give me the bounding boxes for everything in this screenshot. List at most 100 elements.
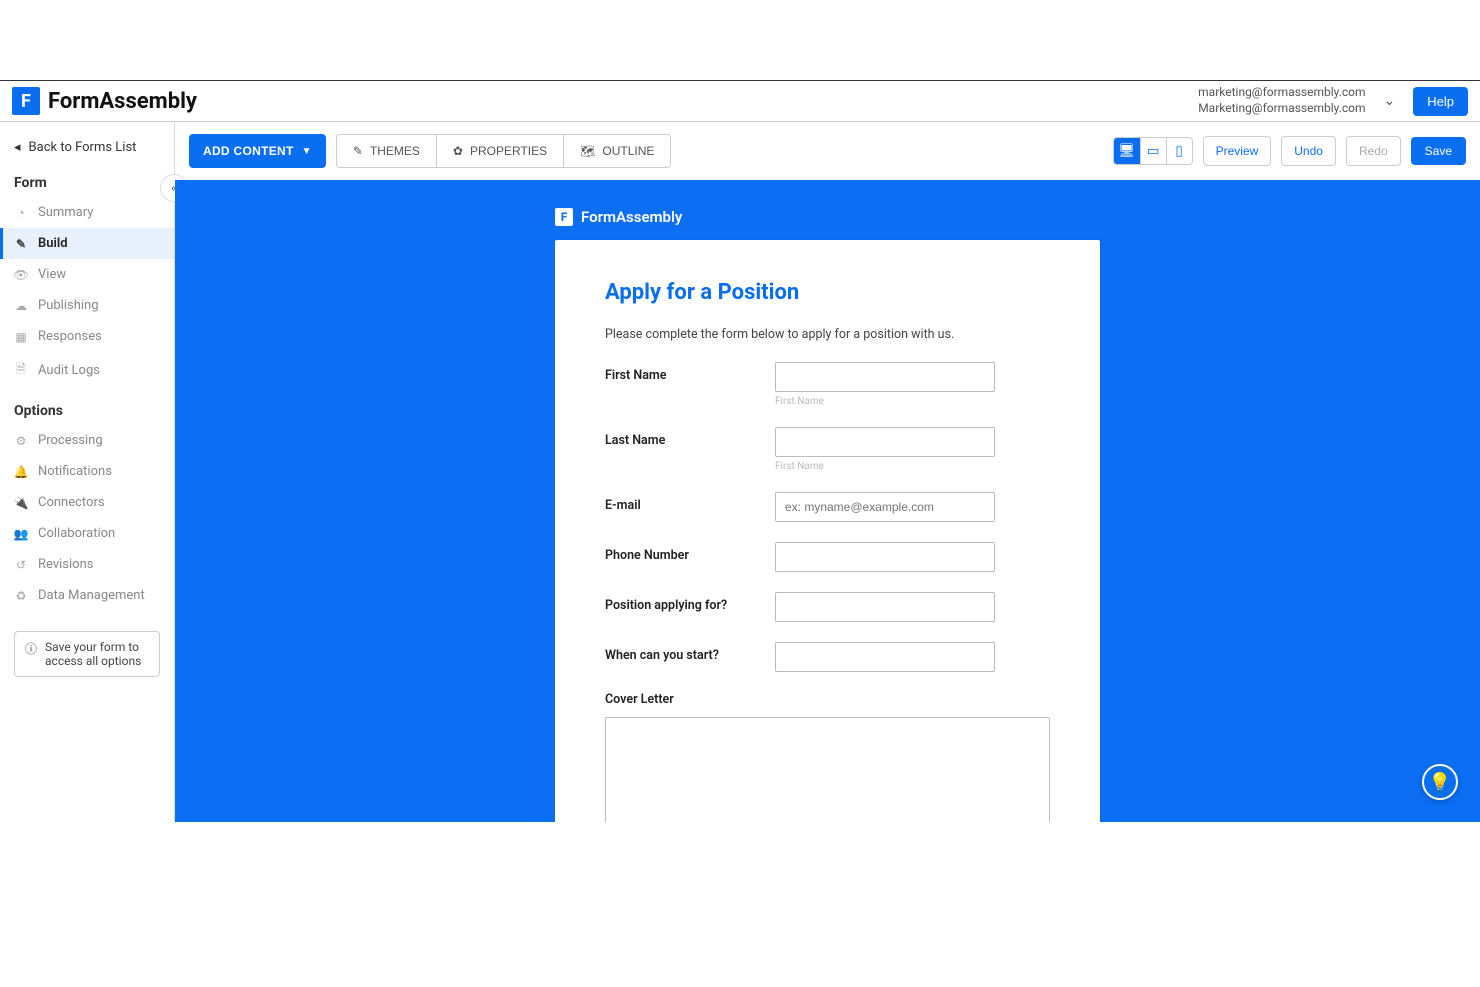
people-icon: 👥 <box>14 527 28 541</box>
form-intro: Please complete the form below to apply … <box>605 327 1050 342</box>
form-canvas: F FormAssembly Apply for a Position Plea… <box>175 180 1480 822</box>
sidebar-item-label: Notifications <box>38 464 112 479</box>
sidebar-item-label: Summary <box>38 205 93 220</box>
themes-button[interactable]: ✎ THEMES <box>337 135 436 167</box>
sidebar-item-publishing[interactable]: ☁ Publishing <box>0 290 174 321</box>
hint-bulb-button[interactable]: 💡 <box>1422 764 1458 800</box>
sidebar-item-label: Data Management <box>38 588 145 603</box>
file-icon: 🗎 <box>14 360 28 381</box>
position-label: Position applying for? <box>605 592 775 613</box>
save-button[interactable]: Save <box>1411 137 1466 165</box>
brand-name: FormAssembly <box>48 89 197 114</box>
preview-button[interactable]: Preview <box>1203 136 1272 166</box>
bell-icon: 🔔 <box>14 465 28 479</box>
add-content-button[interactable]: ADD CONTENT ▼ <box>189 134 326 168</box>
sidebar-item-label: Publishing <box>38 298 99 313</box>
sidebar-item-label: Revisions <box>38 557 93 572</box>
form-title: Apply for a Position <box>605 280 1050 305</box>
sidebar: ◂ Back to Forms List Form ◔ Summary ✎ Bu… <box>0 122 175 822</box>
user-email-secondary: Marketing@formassembly.com <box>1198 101 1365 117</box>
sidebar-item-notifications[interactable]: 🔔 Notifications <box>0 456 174 487</box>
field-row-phone: Phone Number <box>605 542 1050 572</box>
caret-down-icon: ▼ <box>302 146 312 157</box>
canvas-brand-name: FormAssembly <box>581 208 682 226</box>
history-icon: ↺ <box>14 558 28 572</box>
gears-icon: ⚙ <box>14 434 28 448</box>
save-note: ⓘ Save your form to access all options <box>14 631 160 677</box>
sidebar-item-build[interactable]: ✎ Build <box>0 228 174 259</box>
user-email-primary: marketing@formassembly.com <box>1198 85 1365 101</box>
dashboard-icon: ◔ <box>14 206 28 220</box>
first-name-hint: First Name <box>775 396 1050 407</box>
email-label: E-mail <box>605 492 775 513</box>
field-row-first-name: First Name First Name <box>605 362 1050 407</box>
brush-icon: ✎ <box>353 144 363 158</box>
map-icon: 🗺 <box>580 144 595 158</box>
form-card[interactable]: Apply for a Position Please complete the… <box>555 240 1100 822</box>
canvas-brand-header: F FormAssembly <box>555 208 1100 226</box>
redo-button[interactable]: Redo <box>1346 136 1401 166</box>
toolbar-button-group: ✎ THEMES ✿ PROPERTIES 🗺 OUTLINE <box>336 134 672 168</box>
themes-label: THEMES <box>370 144 420 158</box>
last-name-hint: First Name <box>775 461 1050 472</box>
last-name-input[interactable] <box>775 427 995 457</box>
sidebar-item-label: Collaboration <box>38 526 115 541</box>
sidebar-item-connectors[interactable]: 🔌 Connectors <box>0 487 174 518</box>
brand: F FormAssembly <box>12 87 197 115</box>
sidebar-item-label: Audit Logs <box>38 363 100 378</box>
device-mobile-button[interactable]: ▯ <box>1166 138 1192 164</box>
undo-button[interactable]: Undo <box>1281 136 1336 166</box>
cover-letter-textarea[interactable] <box>605 717 1050 822</box>
start-label: When can you start? <box>605 642 775 663</box>
sidebar-item-view[interactable]: 👁 View <box>0 259 174 290</box>
sidebar-item-summary[interactable]: ◔ Summary <box>0 197 174 228</box>
save-note-text: Save your form to access all options <box>45 640 149 668</box>
user-menu-chevron-icon[interactable]: ⌄ <box>1380 93 1400 109</box>
cloud-icon: ☁ <box>14 299 28 313</box>
sidebar-item-label: View <box>38 267 66 282</box>
phone-input[interactable] <box>775 542 995 572</box>
sidebar-item-audit-logs[interactable]: 🗎 Audit Logs <box>0 352 174 389</box>
help-button[interactable]: Help <box>1413 87 1468 116</box>
phone-label: Phone Number <box>605 542 775 563</box>
cover-label: Cover Letter <box>605 692 1050 707</box>
field-row-last-name: Last Name First Name <box>605 427 1050 472</box>
gear-icon: ✿ <box>453 144 463 158</box>
last-name-label: Last Name <box>605 427 775 448</box>
back-label: Back to Forms List <box>29 140 137 155</box>
sidebar-item-collaboration[interactable]: 👥 Collaboration <box>0 518 174 549</box>
back-to-forms-link[interactable]: ◂ Back to Forms List <box>0 136 174 169</box>
field-row-email: E-mail <box>605 492 1050 522</box>
table-icon: ▦ <box>14 330 28 344</box>
canvas-brand-logo-icon: F <box>555 208 573 226</box>
sidebar-heading-options: Options <box>0 397 174 425</box>
outline-button[interactable]: 🗺 OUTLINE <box>563 135 670 167</box>
sidebar-item-label: Connectors <box>38 495 105 510</box>
first-name-label: First Name <box>605 362 775 383</box>
field-row-position: Position applying for? <box>605 592 1050 622</box>
field-row-start-date: When can you start? <box>605 642 1050 672</box>
first-name-input[interactable] <box>775 362 995 392</box>
sidebar-item-processing[interactable]: ⚙ Processing <box>0 425 174 456</box>
outline-label: OUTLINE <box>602 144 654 158</box>
sidebar-item-data-management[interactable]: ♻ Data Management <box>0 580 174 611</box>
email-input[interactable] <box>775 492 995 522</box>
device-tablet-button[interactable]: ▭ <box>1140 138 1166 164</box>
sidebar-item-responses[interactable]: ▦ Responses <box>0 321 174 352</box>
sidebar-item-label: Processing <box>38 433 103 448</box>
device-desktop-button[interactable]: 🖥 <box>1114 138 1140 164</box>
sidebar-item-label: Build <box>38 236 68 251</box>
eye-icon: 👁 <box>14 268 28 282</box>
pencil-icon: ✎ <box>14 237 28 251</box>
sidebar-item-label: Responses <box>38 329 102 344</box>
start-input[interactable] <box>775 642 995 672</box>
plug-icon: 🔌 <box>14 496 28 510</box>
position-input[interactable] <box>775 592 995 622</box>
editor-toolbar: ADD CONTENT ▼ ✎ THEMES ✿ PROPERTIES <box>175 122 1480 180</box>
properties-button[interactable]: ✿ PROPERTIES <box>436 135 563 167</box>
lightbulb-icon: 💡 <box>1429 772 1451 793</box>
sidebar-item-revisions[interactable]: ↺ Revisions <box>0 549 174 580</box>
chevron-left-icon: ◂ <box>14 140 21 155</box>
properties-label: PROPERTIES <box>470 144 547 158</box>
user-account-label: marketing@formassembly.com Marketing@for… <box>1198 85 1365 116</box>
